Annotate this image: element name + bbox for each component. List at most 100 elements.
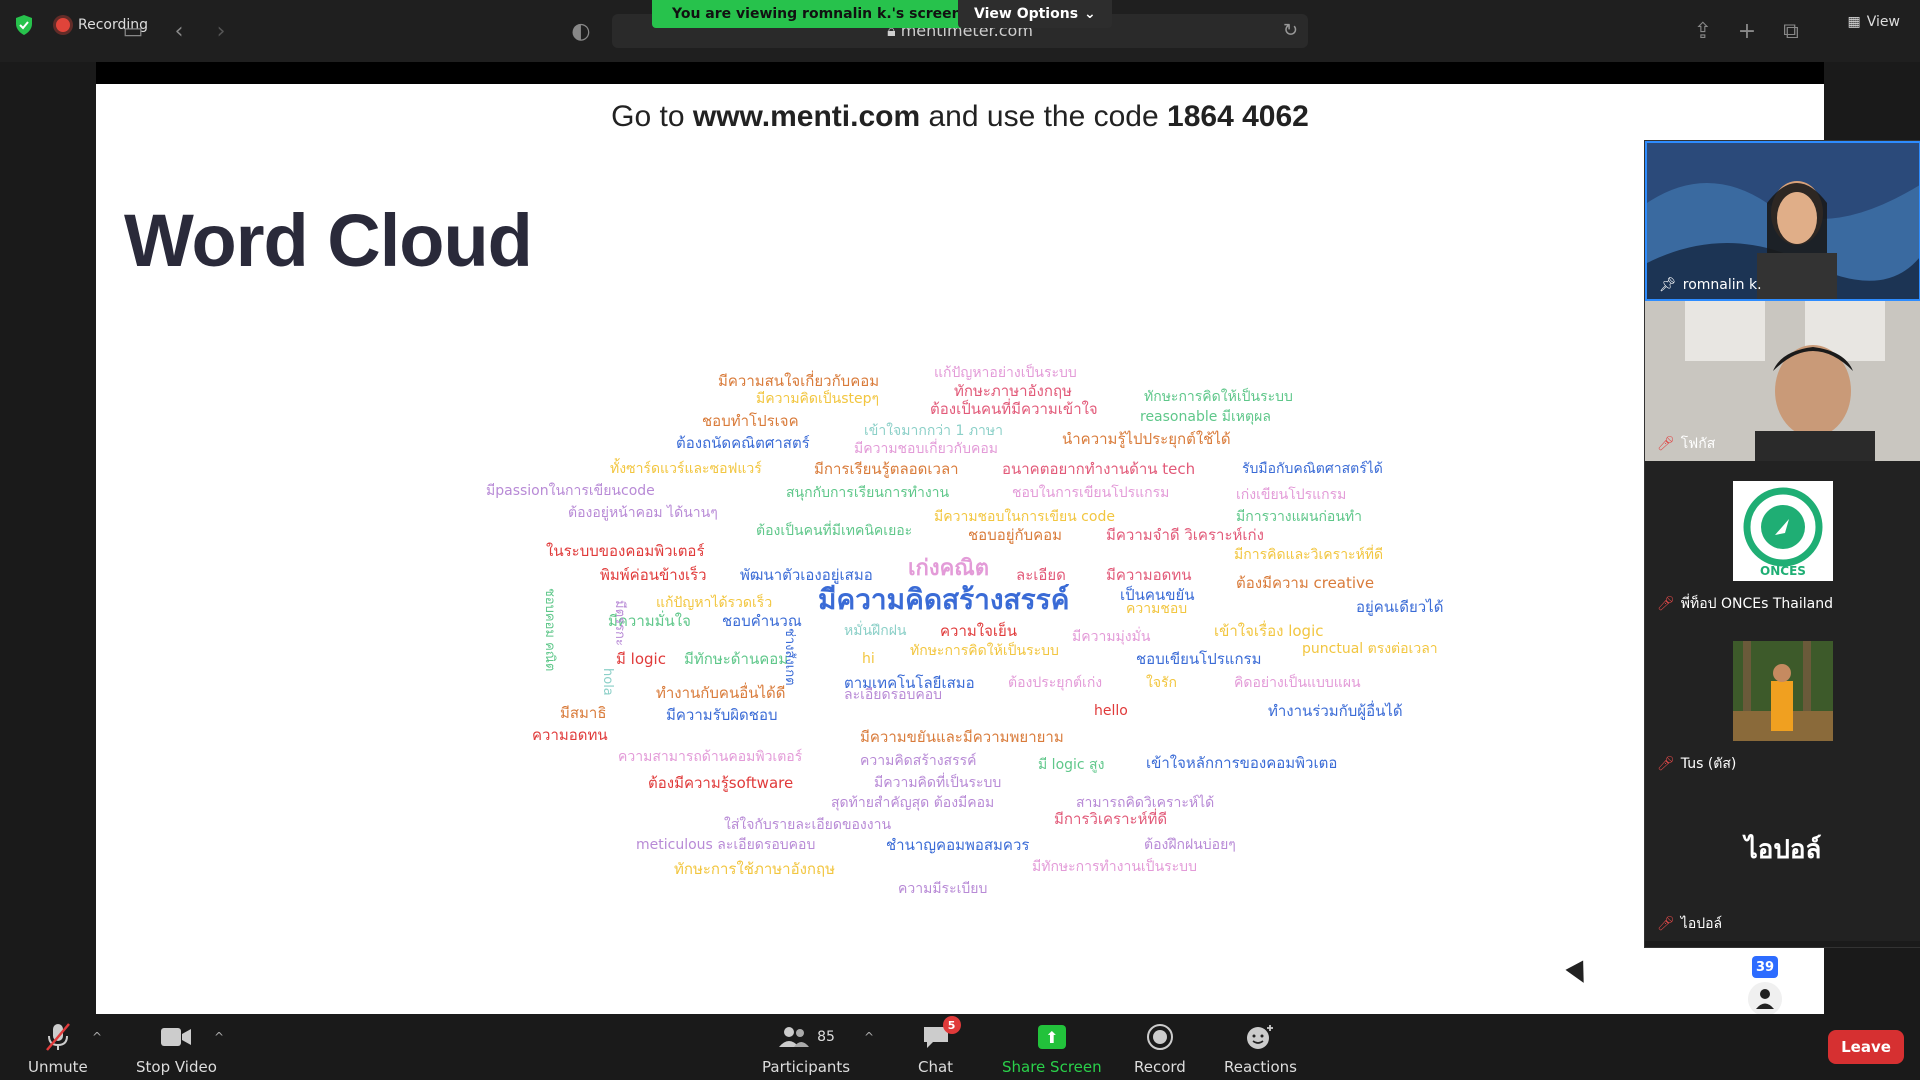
word-cloud-word: มี logic <box>616 650 666 668</box>
word-cloud-word: มี logic สูง <box>1038 757 1105 773</box>
unmute-button[interactable]: Unmute <box>28 1020 88 1076</box>
word-cloud-word: เข้าใจเรื่อง logic <box>1214 622 1324 640</box>
reload-icon[interactable]: ↻ <box>1283 20 1298 41</box>
word-cloud-word: มีความสนใจเกี่ยวกับคอม <box>718 372 880 390</box>
word-cloud-word: ชอบทำโปรเจค <box>702 412 799 430</box>
word-cloud-word: ชอบในการเขียนโปรแกรม <box>1012 485 1170 501</box>
participant-display-name: ไอปอล์ <box>1744 835 1822 865</box>
word-cloud-word: พัฒนาตัวเองอยู่เสมอ <box>740 566 873 584</box>
word-cloud-word: hello <box>1094 703 1128 719</box>
new-tab-plus-icon[interactable]: + <box>1734 18 1760 44</box>
word-cloud-word: สนุกกับการเรียนการทำงาน <box>786 485 950 501</box>
more-participants-badge[interactable]: 39 <box>1752 956 1778 978</box>
participant-tile-onces[interactable]: ONCES 🎤︎ พี่ท็อป ONCEs Thailand <box>1645 461 1920 622</box>
word-cloud-word: รับมือกับคณิตศาสตร์ได้ <box>1242 461 1383 477</box>
share-screen-button[interactable]: ⬆ Share Screen <box>1002 1020 1102 1076</box>
word-cloud-word: ชอบคอม คณิต <box>542 588 557 672</box>
share-screen-label: Share Screen <box>1002 1058 1102 1076</box>
word-cloud-word: มีpassionในการเขียนcode <box>486 483 655 499</box>
word-cloud-word: มีความคิดสร้างสรรค์ <box>818 583 1070 616</box>
chat-button[interactable]: 5 Chat <box>918 1016 961 1076</box>
word-cloud-word: มีความชอบเกี่ยวกับคอม <box>854 441 999 457</box>
leave-button[interactable]: Leave <box>1828 1030 1904 1064</box>
chat-unread-badge: 5 <box>942 1016 961 1034</box>
word-cloud-word: ความคิดสร้างสรรค์ <box>860 753 977 769</box>
word-cloud-word: ทักษะการคิดให้เป็นระบบ <box>1144 389 1293 405</box>
word-cloud-word: ช่างสังเกต <box>782 628 797 686</box>
word-cloud-word: พิมพ์ค่อนข้างเร็ว <box>600 566 707 584</box>
audio-options-caret-icon[interactable]: ^ <box>92 1030 102 1044</box>
view-options-button[interactable]: View Options ⌄ <box>958 0 1112 28</box>
muted-mic-icon: 🎤︎ <box>1657 596 1675 612</box>
share-icon[interactable]: ⇪ <box>1690 18 1716 44</box>
word-cloud-word: แก้ปัญหาได้รวดเร็ว <box>656 595 773 611</box>
muted-mic-icon: 🎤︎ <box>1657 436 1675 452</box>
viewing-banner: You are viewing romnalin k.'s screen <box>652 0 982 28</box>
slide-top-band <box>96 62 1824 84</box>
word-cloud-word: อยู่คนเดียวได้ <box>1356 598 1444 616</box>
word-cloud-word: เก่งคณิต <box>908 556 989 581</box>
reactions-button[interactable]: Reactions <box>1224 1020 1297 1076</box>
word-cloud-word: ทำงานร่วมกับผู้อื่นได้ <box>1268 702 1403 720</box>
participants-options-caret-icon[interactable]: ^ <box>864 1030 874 1044</box>
participant-tile-ipol[interactable]: ไอปอล์ 🎤︎ ไอปอล์ <box>1645 781 1920 941</box>
recording-dot-icon <box>56 18 70 32</box>
participant-name: โฟกัส <box>1680 436 1716 452</box>
video-gallery-panel: 📌︎ romnalin k. 🎤︎ โฟกัส ONCES 🎤︎ พี่ท็อป ON… <box>1644 140 1920 948</box>
muted-mic-icon: 🎤︎ <box>1657 756 1675 772</box>
word-cloud-word: reasonable มีเหตุผล <box>1140 409 1271 425</box>
stop-video-button[interactable]: Stop Video <box>136 1020 217 1076</box>
word-cloud-word: ต้องมีความ creative <box>1236 574 1375 592</box>
word-cloud-word: ต้องเป็นคนที่มีความเข้าใจ <box>930 400 1098 418</box>
participant-tile-romnalin[interactable]: 📌︎ romnalin k. <box>1645 141 1920 301</box>
word-cloud-word: ความสามารถด้านคอมพิวเตอร์ <box>618 749 803 765</box>
word-cloud-word: เข้าใจหลักการของคอมพิวเตอ <box>1146 754 1338 772</box>
word-cloud-word: แก้ปัญหาอย่างเป็นระบบ <box>934 365 1077 381</box>
word-cloud-word: ชอบอยู่กับคอม <box>968 526 1063 544</box>
record-label: Record <box>1134 1058 1186 1076</box>
word-cloud-word: มีความขยันและมีความพยายาม <box>860 728 1064 746</box>
word-cloud-word: meticulous ละเอียดรอบคอบ <box>636 837 816 853</box>
word-cloud-word: มีทักษะการทำงานเป็นระบบ <box>1032 859 1197 875</box>
record-button[interactable]: Record <box>1134 1020 1186 1076</box>
word-cloud-word: อนาคตอยากทำงานด้าน tech <box>1002 460 1196 478</box>
word-cloud-word: ชำนาญคอมพอสมควร <box>886 836 1030 854</box>
word-cloud-word: เข้าใจมากกว่า 1 ภาษา <box>864 423 1004 439</box>
participant-tile-focus[interactable]: 🎤︎ โฟกัส <box>1645 301 1920 462</box>
view-label: View <box>1866 14 1900 30</box>
privacy-shield-icon[interactable]: ◐ <box>568 18 594 44</box>
word-cloud-word: ทักษะการคิดให้เป็นระบบ <box>910 643 1059 659</box>
word-cloud-word: มีการเรียนรู้ตลอดเวลา <box>814 460 959 478</box>
stop-video-label: Stop Video <box>136 1058 217 1076</box>
word-cloud-word: ชอบเขียนโปรแกรม <box>1136 650 1262 668</box>
word-cloud-word: ต้องมีความรู้software <box>648 774 794 792</box>
word-cloud-word: ต้องฝึกฝนบ่อยๆ <box>1144 837 1236 853</box>
forward-arrow-icon[interactable]: › <box>208 18 234 44</box>
word-cloud-word: มีความชอบในการเขียน code <box>934 509 1115 525</box>
word-cloud-word: ชอบคำนวณ <box>722 612 802 630</box>
word-cloud-word: ละเอียดรอบคอบ <box>844 687 943 703</box>
onces-logo-avatar: ONCES <box>1733 481 1833 581</box>
word-cloud-word: มีการวางแผนก่อนทำ <box>1236 509 1362 525</box>
word-cloud-word: ความใจเย็น <box>940 622 1018 640</box>
share-screen-arrow-icon: ⬆ <box>1037 1025 1066 1049</box>
participant-name: Tus (ตัส) <box>1680 756 1737 772</box>
word-cloud-word: ทักษะภาษาอังกฤษ <box>954 382 1072 400</box>
sidebar-toggle-icon[interactable]: ▭ <box>120 18 146 44</box>
word-cloud-word: สามารถคิดวิเคราะห์ได้ <box>1076 795 1215 811</box>
person-icon[interactable] <box>1748 982 1782 1016</box>
participants-count: 85 <box>817 1029 835 1045</box>
word-cloud-word: มีความคิดเป็นstepๆ <box>756 391 880 407</box>
word-cloud-word: มีสมาธิ <box>560 704 607 722</box>
video-options-caret-icon[interactable]: ^ <box>214 1030 224 1044</box>
tabs-overview-icon[interactable]: ⧉ <box>1778 18 1804 44</box>
word-cloud-word: ทั้งซาร์ดแวร์และซอฟแวร์ <box>610 461 762 477</box>
participant-tile-tus[interactable]: 🎤︎ Tus (ตัส) <box>1645 621 1920 782</box>
word-cloud-word: ต้องอยู่หน้าคอม ได้นานๆ <box>568 505 718 521</box>
back-arrow-icon[interactable]: ‹ <box>166 18 192 44</box>
participants-button[interactable]: 85 Participants <box>762 1020 850 1076</box>
view-button[interactable]: ▦ View <box>1848 8 1900 36</box>
muted-mic-icon <box>45 1023 70 1051</box>
word-cloud-word: ทักษะการใช้ภาษาอังกฤษ <box>674 860 835 878</box>
participants-icon <box>779 1027 810 1047</box>
